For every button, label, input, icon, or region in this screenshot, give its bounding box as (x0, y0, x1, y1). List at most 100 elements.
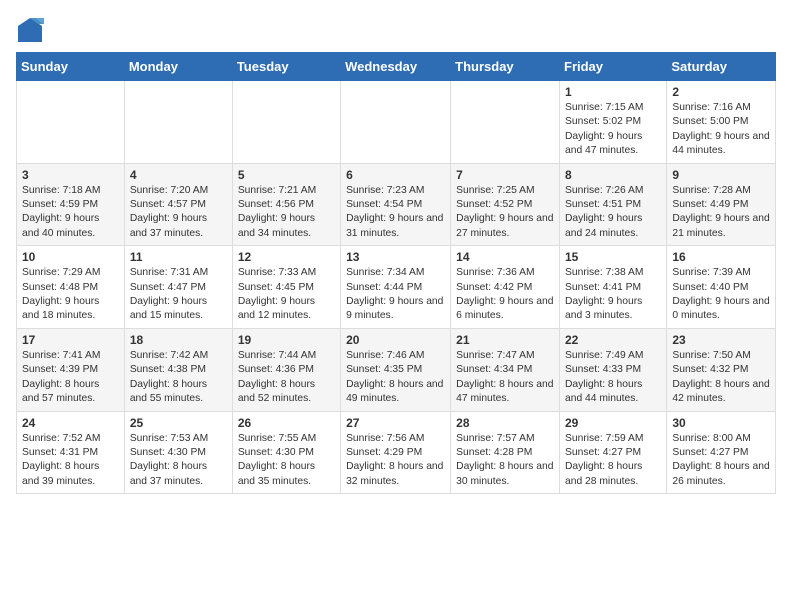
day-info: Sunrise: 7:33 AMSunset: 4:45 PMDaylight:… (238, 266, 335, 324)
day-number: 19 (238, 333, 335, 347)
calendar-cell: 19 Sunrise: 7:44 AMSunset: 4:36 PMDayligh… (232, 328, 340, 411)
day-info: Sunrise: 7:31 AMSunset: 4:47 PMDaylight:… (130, 266, 227, 324)
day-number: 4 (130, 168, 227, 182)
day-info: Sunrise: 7:34 AMSunset: 4:44 PMDaylight:… (346, 266, 445, 324)
day-info: Sunrise: 7:20 AMSunset: 4:57 PMDaylight:… (130, 184, 227, 242)
day-number: 22 (565, 333, 661, 347)
calendar-cell: 2 Sunrise: 7:16 AMSunset: 5:00 PMDaylight… (667, 81, 776, 164)
calendar-cell (124, 81, 232, 164)
day-number: 24 (22, 416, 119, 430)
weekday-header: Tuesday (232, 53, 340, 81)
day-number: 10 (22, 250, 119, 264)
day-number: 16 (672, 250, 770, 264)
calendar-week-row: 1 Sunrise: 7:15 AMSunset: 5:02 PMDaylight… (17, 81, 776, 164)
day-number: 29 (565, 416, 661, 430)
day-number: 27 (346, 416, 445, 430)
day-info: Sunrise: 7:21 AMSunset: 4:56 PMDaylight:… (238, 184, 335, 242)
day-info: Sunrise: 7:16 AMSunset: 5:00 PMDaylight:… (672, 101, 770, 159)
calendar-cell (232, 81, 340, 164)
calendar-cell: 9 Sunrise: 7:28 AMSunset: 4:49 PMDaylight… (667, 163, 776, 246)
day-info: Sunrise: 7:50 AMSunset: 4:32 PMDaylight:… (672, 349, 770, 407)
day-number: 1 (565, 85, 661, 99)
calendar-week-row: 3 Sunrise: 7:18 AMSunset: 4:59 PMDaylight… (17, 163, 776, 246)
calendar-cell: 22 Sunrise: 7:49 AMSunset: 4:33 PMDayligh… (560, 328, 667, 411)
calendar-cell: 29 Sunrise: 7:59 AMSunset: 4:27 PMDayligh… (560, 411, 667, 494)
day-info: Sunrise: 7:18 AMSunset: 4:59 PMDaylight:… (22, 184, 119, 242)
calendar-cell: 1 Sunrise: 7:15 AMSunset: 5:02 PMDaylight… (560, 81, 667, 164)
calendar-cell: 20 Sunrise: 7:46 AMSunset: 4:35 PMDayligh… (341, 328, 451, 411)
day-number: 2 (672, 85, 770, 99)
calendar-table: SundayMondayTuesdayWednesdayThursdayFrid… (16, 52, 776, 494)
calendar-header-row: SundayMondayTuesdayWednesdayThursdayFrid… (17, 53, 776, 81)
day-info: Sunrise: 7:28 AMSunset: 4:49 PMDaylight:… (672, 184, 770, 242)
calendar-cell: 12 Sunrise: 7:33 AMSunset: 4:45 PMDayligh… (232, 246, 340, 329)
day-number: 26 (238, 416, 335, 430)
logo (16, 16, 48, 44)
calendar-cell: 16 Sunrise: 7:39 AMSunset: 4:40 PMDayligh… (667, 246, 776, 329)
day-info: Sunrise: 7:36 AMSunset: 4:42 PMDaylight:… (456, 266, 554, 324)
weekday-header: Sunday (17, 53, 125, 81)
calendar-cell: 17Sunrise: 7:41 AMSunset: 4:39 PMDayligh… (17, 328, 125, 411)
day-info: Sunrise: 7:15 AMSunset: 5:02 PMDaylight:… (565, 101, 661, 159)
day-number: 20 (346, 333, 445, 347)
day-number: 18 (130, 333, 227, 347)
calendar-cell: 10 Sunrise: 7:29 AMSunset: 4:48 PMDayligh… (17, 246, 125, 329)
calendar-cell: 30Sunrise: 8:00 AMSunset: 4:27 PMDayligh… (667, 411, 776, 494)
day-info: Sunrise: 7:29 AMSunset: 4:48 PMDaylight:… (22, 266, 119, 324)
day-info: Sunrise: 7:26 AMSunset: 4:51 PMDaylight:… (565, 184, 661, 242)
day-number: 14 (456, 250, 554, 264)
day-number: 5 (238, 168, 335, 182)
calendar-cell: 14 Sunrise: 7:36 AMSunset: 4:42 PMDayligh… (451, 246, 560, 329)
calendar-cell: 3 Sunrise: 7:18 AMSunset: 4:59 PMDaylight… (17, 163, 125, 246)
calendar-cell: 24 Sunrise: 7:52 AMSunset: 4:31 PMDayligh… (17, 411, 125, 494)
calendar-cell: 27 Sunrise: 7:56 AMSunset: 4:29 PMDayligh… (341, 411, 451, 494)
calendar-week-row: 24 Sunrise: 7:52 AMSunset: 4:31 PMDayligh… (17, 411, 776, 494)
calendar-cell (17, 81, 125, 164)
day-number: 28 (456, 416, 554, 430)
day-info: Sunrise: 7:23 AMSunset: 4:54 PMDaylight:… (346, 184, 445, 242)
day-number: 13 (346, 250, 445, 264)
day-number: 7 (456, 168, 554, 182)
calendar-cell: 11 Sunrise: 7:31 AMSunset: 4:47 PMDayligh… (124, 246, 232, 329)
calendar-cell (341, 81, 451, 164)
calendar-cell: 6 Sunrise: 7:23 AMSunset: 4:54 PMDaylight… (341, 163, 451, 246)
calendar-cell: 21 Sunrise: 7:47 AMSunset: 4:34 PMDayligh… (451, 328, 560, 411)
day-info: Sunrise: 7:46 AMSunset: 4:35 PMDaylight:… (346, 349, 445, 407)
day-info: Sunrise: 7:52 AMSunset: 4:31 PMDaylight:… (22, 432, 119, 490)
calendar-cell: 13 Sunrise: 7:34 AMSunset: 4:44 PMDayligh… (341, 246, 451, 329)
weekday-header: Thursday (451, 53, 560, 81)
day-number: 25 (130, 416, 227, 430)
day-info: Sunrise: 7:25 AMSunset: 4:52 PMDaylight:… (456, 184, 554, 242)
calendar-week-row: 17Sunrise: 7:41 AMSunset: 4:39 PMDayligh… (17, 328, 776, 411)
calendar-cell: 8Sunrise: 7:26 AMSunset: 4:51 PMDaylight… (560, 163, 667, 246)
day-info: Sunrise: 7:59 AMSunset: 4:27 PMDaylight:… (565, 432, 661, 490)
day-number: 21 (456, 333, 554, 347)
page-header (16, 16, 776, 44)
day-number: 6 (346, 168, 445, 182)
weekday-header: Monday (124, 53, 232, 81)
calendar-cell: 18 Sunrise: 7:42 AMSunset: 4:38 PMDayligh… (124, 328, 232, 411)
day-info: Sunrise: 7:44 AMSunset: 4:36 PMDaylight:… (238, 349, 335, 407)
day-info: Sunrise: 7:39 AMSunset: 4:40 PMDaylight:… (672, 266, 770, 324)
day-number: 3 (22, 168, 119, 182)
day-info: Sunrise: 7:56 AMSunset: 4:29 PMDaylight:… (346, 432, 445, 490)
weekday-header: Friday (560, 53, 667, 81)
calendar-cell: 5 Sunrise: 7:21 AMSunset: 4:56 PMDaylight… (232, 163, 340, 246)
day-number: 12 (238, 250, 335, 264)
day-number: 11 (130, 250, 227, 264)
calendar-cell: 4 Sunrise: 7:20 AMSunset: 4:57 PMDaylight… (124, 163, 232, 246)
day-info: Sunrise: 7:42 AMSunset: 4:38 PMDaylight:… (130, 349, 227, 407)
day-number: 9 (672, 168, 770, 182)
day-info: Sunrise: 7:41 AMSunset: 4:39 PMDaylight:… (22, 349, 119, 407)
calendar-cell (451, 81, 560, 164)
day-info: Sunrise: 7:49 AMSunset: 4:33 PMDaylight:… (565, 349, 661, 407)
day-number: 23 (672, 333, 770, 347)
calendar-week-row: 10 Sunrise: 7:29 AMSunset: 4:48 PMDayligh… (17, 246, 776, 329)
day-info: Sunrise: 7:38 AMSunset: 4:41 PMDaylight:… (565, 266, 661, 324)
day-number: 15 (565, 250, 661, 264)
day-info: Sunrise: 7:53 AMSunset: 4:30 PMDaylight:… (130, 432, 227, 490)
calendar-cell: 25 Sunrise: 7:53 AMSunset: 4:30 PMDayligh… (124, 411, 232, 494)
calendar-cell: 28Sunrise: 7:57 AMSunset: 4:28 PMDayligh… (451, 411, 560, 494)
day-info: Sunrise: 7:47 AMSunset: 4:34 PMDaylight:… (456, 349, 554, 407)
calendar-cell: 7 Sunrise: 7:25 AMSunset: 4:52 PMDaylight… (451, 163, 560, 246)
